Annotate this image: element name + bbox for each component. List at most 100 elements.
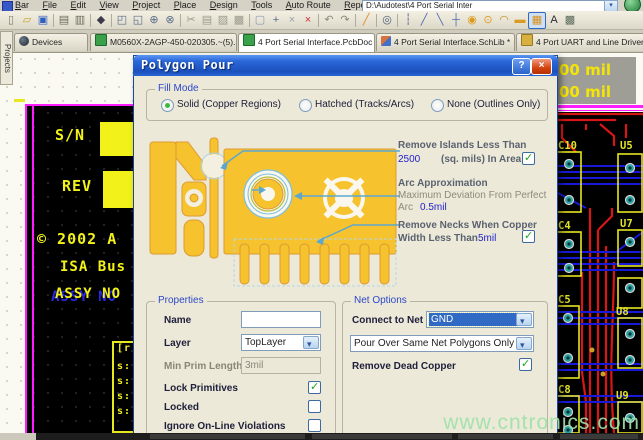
open-folder-icon[interactable]: ▱ <box>19 13 35 28</box>
place-component-icon[interactable]: ▩ <box>562 13 578 28</box>
zoom-in-icon[interactable]: ⊕ <box>146 13 162 28</box>
menu-file[interactable]: File <box>42 0 57 11</box>
remove-necks-checkbox[interactable] <box>522 230 535 243</box>
lock-primitives-checkbox[interactable] <box>308 381 321 394</box>
radio-hatched[interactable] <box>299 99 312 112</box>
menu-edit[interactable]: Edit <box>70 0 86 11</box>
toolbar-separator <box>376 14 377 27</box>
arc-deviation-value[interactable]: 0.5mil <box>420 202 447 213</box>
locked-checkbox[interactable] <box>308 400 321 413</box>
menu-design[interactable]: Design <box>210 0 238 11</box>
designator: C8 <box>558 384 571 396</box>
place-line-icon[interactable]: ┆ <box>400 13 416 28</box>
dialog-help-button[interactable]: ? <box>512 58 531 75</box>
place-net-icon[interactable]: ┼ <box>448 13 464 28</box>
layer-label: Layer <box>164 338 191 349</box>
coordinate-readout: 00 mil 00 mil <box>556 57 636 104</box>
place-bus-icon[interactable]: ╲ <box>432 13 448 28</box>
place-polygon-icon[interactable]: ▦ <box>528 12 546 29</box>
print-icon[interactable]: ▤ <box>56 13 72 28</box>
tab-pcb-m0560x[interactable]: M0560X-2AGP-450-020305.~(5).PCB <box>90 33 237 51</box>
redo-icon[interactable]: ↷ <box>337 13 353 28</box>
copy-icon[interactable]: ▤ <box>199 13 215 28</box>
designator: U7 <box>620 218 633 230</box>
dropdown-arrow-icon[interactable] <box>516 313 532 326</box>
dialog-close-button[interactable]: × <box>531 58 552 75</box>
remove-islands-title: Remove Islands Less Than <box>398 140 526 151</box>
pour-over-combo[interactable]: Pour Over Same Net Polygons Only <box>350 335 534 352</box>
name-label: Name <box>164 315 191 326</box>
find-similar-icon[interactable]: ◎ <box>379 13 395 28</box>
place-string-icon[interactable]: A <box>546 13 562 28</box>
pcb-traces-area[interactable]: C10 U5 C4 U7 C5 U8 C8 U9 <box>556 112 643 433</box>
board-outline-line <box>556 105 643 108</box>
min-prim-length-label: Min Prim Length <box>164 361 242 372</box>
break-track-icon[interactable]: × <box>284 13 300 28</box>
radio-solid-label: Solid (Copper Regions) <box>177 99 281 110</box>
ignore-violations-checkbox[interactable] <box>308 419 321 432</box>
toolbar-separator <box>111 14 112 27</box>
zoom-area-icon[interactable]: ◱ <box>130 13 146 28</box>
board-outline-line <box>556 110 643 112</box>
connect-to-net-combo[interactable]: GND <box>426 311 534 328</box>
delete-track-icon[interactable]: × <box>300 13 316 28</box>
remove-dead-copper-checkbox[interactable] <box>519 358 532 371</box>
board-outline-line <box>32 104 34 433</box>
readout-line: 00 mil <box>559 81 636 103</box>
paste-icon[interactable]: ▨ <box>215 13 231 28</box>
tab-uart-drivers[interactable]: 4 Port UART and Line Drivers.S <box>516 33 643 51</box>
place-arc-icon[interactable]: ◠ <box>496 13 512 28</box>
menu-auto-route[interactable]: Auto Route <box>286 0 331 11</box>
remove-islands-value[interactable]: 2500 <box>398 154 420 165</box>
cut-icon[interactable]: ✂ <box>183 13 199 28</box>
place-pad-icon[interactable]: ◉ <box>464 13 480 28</box>
tab-schlib-serial-interface[interactable]: 4 Port Serial Interface.SchLib * <box>376 33 515 51</box>
silkscreen-copyright: © 2002 A <box>37 230 117 248</box>
tab-pcb-serial-interface[interactable]: 4 Port Serial Interface.PcbDoc <box>238 33 375 52</box>
radio-none-label: None (Outlines Only) <box>447 99 540 110</box>
designator: U5 <box>620 140 633 152</box>
zoom-document-icon[interactable]: ◰ <box>114 13 130 28</box>
remove-necks-value[interactable]: 5mil <box>478 233 496 244</box>
new-document-icon[interactable]: ▯ <box>3 13 19 28</box>
name-input[interactable] <box>241 311 321 328</box>
pcb-board-right[interactable]: 00 mil 00 mil <box>556 52 643 433</box>
interactive-route-icon[interactable]: ╱ <box>358 13 374 28</box>
dropdown-arrow-icon[interactable] <box>303 336 319 349</box>
place-via-icon[interactable]: ⊙ <box>480 13 496 28</box>
toolbar-separator <box>249 14 250 27</box>
print-preview-icon[interactable]: ▥ <box>72 13 88 28</box>
place-track-icon[interactable]: ╱ <box>416 13 432 28</box>
menu-place[interactable]: Place <box>174 0 197 11</box>
tab-label: Devices <box>32 37 62 47</box>
projects-panel-tab[interactable]: Projects <box>0 31 13 85</box>
place-fill-icon[interactable]: ▬ <box>512 13 528 28</box>
layer-stack-icon[interactable]: ◆ <box>93 13 109 28</box>
bottom-panel-segment <box>150 434 305 439</box>
arc-prefix: Arc <box>398 202 413 213</box>
menu-project[interactable]: Project <box>132 0 160 11</box>
dropdown-arrow-icon[interactable] <box>516 337 532 350</box>
select-area-icon[interactable]: ▢ <box>252 13 268 28</box>
move-object-icon[interactable]: + <box>268 13 284 28</box>
radio-none[interactable] <box>431 99 444 112</box>
menu-view[interactable]: View <box>99 0 118 11</box>
radio-solid[interactable] <box>161 99 174 112</box>
tab-devices[interactable]: Devices <box>14 33 88 51</box>
menu-tools[interactable]: Tools <box>251 0 272 11</box>
table-line: s: <box>117 391 131 402</box>
paste-array-icon[interactable]: ▩ <box>231 13 247 28</box>
pcb-traces: C10 U5 C4 U7 C5 U8 C8 U9 <box>556 112 643 433</box>
save-icon[interactable]: ▣ <box>35 13 51 28</box>
undo-icon[interactable]: ↶ <box>321 13 337 28</box>
remove-islands-checkbox[interactable] <box>522 152 535 165</box>
menu-bar-item[interactable]: Bar <box>15 0 29 11</box>
layer-combo[interactable]: TopLayer <box>241 334 321 351</box>
ignore-violations-label: Ignore On-Line Violations <box>164 421 286 432</box>
zoom-clear-icon[interactable]: ⊗ <box>162 13 178 28</box>
board-origin-tick <box>14 99 25 102</box>
designator: C5 <box>558 294 571 306</box>
remove-necks-prefix: Width Less Than <box>398 233 478 244</box>
tab-label: M0560X-2AGP-450-020305.~(5).PCB <box>110 37 237 47</box>
dialog-title-bar[interactable]: Polygon Pour <box>133 55 558 76</box>
